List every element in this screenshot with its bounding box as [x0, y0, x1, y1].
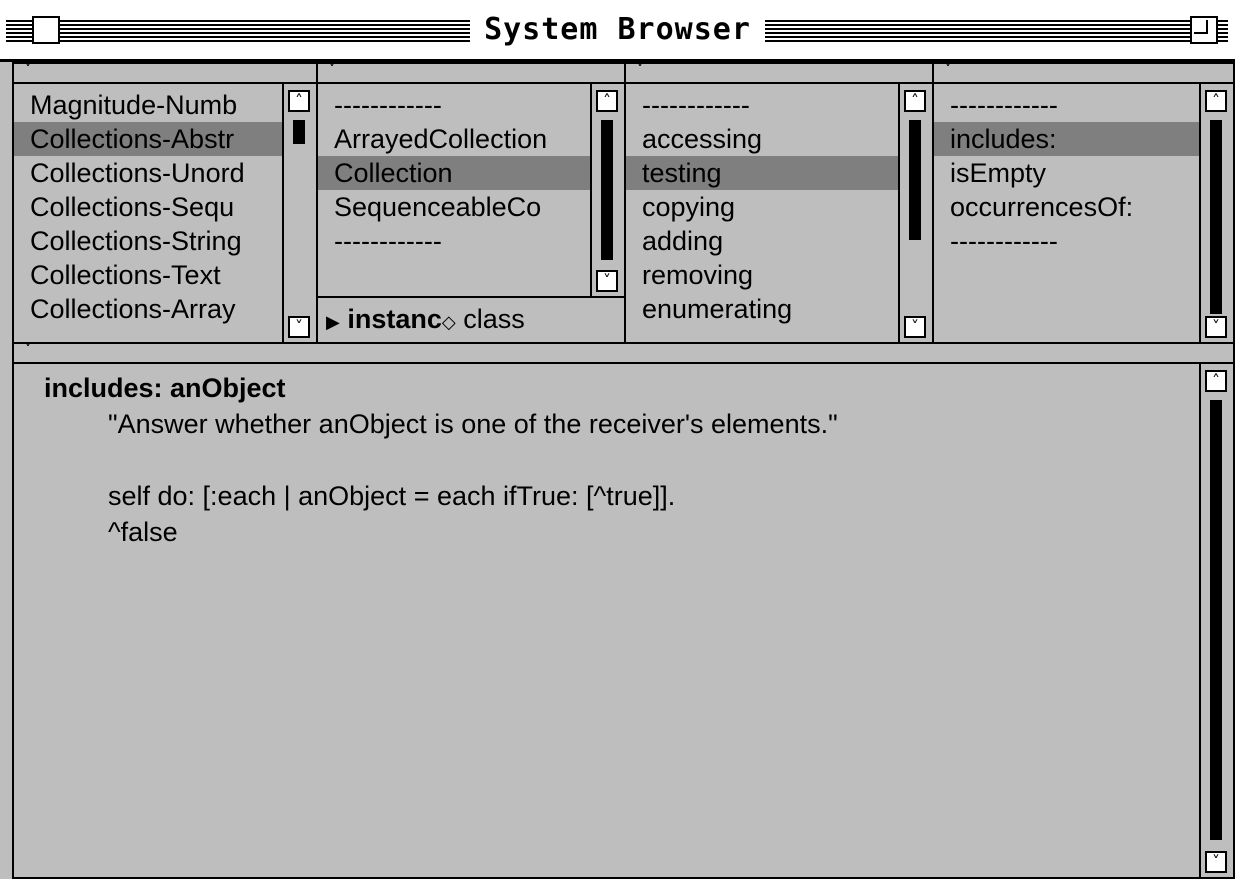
chevron-down-icon[interactable]: ˅ [944, 64, 952, 79]
protocol-scrollbar[interactable]: ˄ ˅ [898, 84, 932, 342]
zoom-box-icon[interactable] [1190, 16, 1218, 44]
scroll-down-icon[interactable]: ˅ [288, 316, 310, 338]
code-line[interactable]: self do: [:each | anObject = each ifTrue… [44, 478, 1159, 514]
category-pane-menu[interactable]: ˅ [14, 64, 316, 84]
scroll-down-icon[interactable]: ˅ [596, 270, 618, 292]
scroll-down-icon[interactable]: ˅ [1205, 851, 1227, 873]
protocol-item[interactable]: adding [626, 224, 898, 258]
protocol-pane: ˅ ------------ accessing testing copying… [624, 62, 934, 344]
category-item[interactable]: Collections-Array [14, 292, 282, 326]
blank-line[interactable] [44, 442, 1159, 478]
scroll-thumb[interactable] [1210, 120, 1222, 314]
category-item[interactable]: Collections-Unord [14, 156, 282, 190]
category-item[interactable]: Magnitude-Numb [14, 88, 282, 122]
category-item[interactable]: Collections-Text [14, 258, 282, 292]
method-item[interactable]: isEmpty [934, 156, 1199, 190]
class-item[interactable]: ArrayedCollection [318, 122, 590, 156]
class-scrollbar[interactable]: ˄ ˅ [590, 84, 624, 296]
instance-toggle[interactable]: instanc [347, 304, 442, 334]
category-item[interactable]: Collections-String [14, 224, 282, 258]
category-scrollbar[interactable]: ˄ ˅ [282, 84, 316, 342]
scroll-up-icon[interactable]: ˄ [288, 90, 310, 112]
scroll-thumb[interactable] [909, 120, 921, 240]
code-editor[interactable]: includes: anObject "Answer whether anObj… [14, 364, 1199, 877]
class-item[interactable]: ------------ [318, 88, 590, 122]
scroll-down-icon[interactable]: ˅ [1205, 316, 1227, 338]
protocol-item[interactable]: accessing [626, 122, 898, 156]
method-pane-menu[interactable]: ˅ [934, 64, 1233, 84]
system-browser-window: System Browser ˅ Magnitude-Numb Collecti… [0, 0, 1235, 879]
scroll-thumb[interactable] [601, 120, 613, 260]
protocol-item[interactable]: ------------ [626, 88, 898, 122]
scroll-thumb[interactable] [1210, 400, 1222, 840]
scroll-up-icon[interactable]: ˄ [1205, 370, 1227, 392]
class-pane-menu[interactable]: ˅ [318, 64, 624, 84]
category-list[interactable]: Magnitude-Numb Collections-Abstr Collect… [14, 84, 282, 342]
method-list[interactable]: ------------ includes: isEmpty occurrenc… [934, 84, 1199, 342]
scroll-up-icon[interactable]: ˄ [1205, 90, 1227, 112]
code-scrollbar[interactable]: ˄ ˅ [1199, 364, 1233, 877]
code-line[interactable]: ^false [44, 514, 1159, 550]
instance-selected-icon[interactable]: ▶ [326, 312, 340, 332]
title-bar[interactable]: System Browser [0, 0, 1235, 62]
chevron-down-icon[interactable]: ˅ [636, 64, 644, 79]
method-item-selected[interactable]: includes: [934, 122, 1199, 156]
method-comment[interactable]: "Answer whether anObject is one of the r… [44, 406, 1159, 442]
method-item[interactable]: ------------ [934, 224, 1199, 258]
category-item-selected[interactable]: Collections-Abstr [14, 122, 282, 156]
class-pane: ˅ ------------ ArrayedCollection Collect… [316, 62, 626, 298]
code-pane: ˅ includes: anObject "Answer whether anO… [12, 342, 1235, 879]
scroll-down-icon[interactable]: ˅ [904, 316, 926, 338]
chevron-down-icon[interactable]: ˅ [24, 64, 32, 79]
window-title: System Browser [470, 12, 765, 47]
protocol-pane-menu[interactable]: ˅ [626, 64, 932, 84]
protocol-item-selected[interactable]: testing [626, 156, 898, 190]
method-item[interactable]: occurrencesOf: [934, 190, 1199, 224]
protocol-item[interactable]: copying [626, 190, 898, 224]
scroll-up-icon[interactable]: ˄ [596, 90, 618, 112]
method-signature[interactable]: includes: anObject [44, 370, 1159, 406]
chevron-down-icon[interactable]: ˅ [328, 64, 336, 79]
code-pane-menu[interactable]: ˅ [14, 344, 1233, 364]
class-toggle[interactable]: class [463, 304, 525, 334]
class-item[interactable]: ------------ [318, 224, 590, 258]
class-radio-icon[interactable]: ◇ [442, 312, 456, 332]
category-item[interactable]: Collections-Sequ [14, 190, 282, 224]
method-pane: ˅ ------------ includes: isEmpty occurre… [932, 62, 1235, 344]
method-scrollbar[interactable]: ˄ ˅ [1199, 84, 1233, 342]
category-pane: ˅ Magnitude-Numb Collections-Abstr Colle… [12, 62, 318, 344]
class-item-selected[interactable]: Collection [318, 156, 590, 190]
scroll-thumb[interactable] [293, 120, 305, 144]
protocol-item[interactable]: enumerating [626, 292, 898, 326]
protocol-list[interactable]: ------------ accessing testing copying a… [626, 84, 898, 342]
method-item[interactable]: ------------ [934, 88, 1199, 122]
instance-class-toggle: ▶ instanc◇ class [316, 296, 626, 344]
class-list[interactable]: ------------ ArrayedCollection Collectio… [318, 84, 590, 296]
chevron-down-icon[interactable]: ˅ [24, 344, 32, 359]
protocol-item[interactable]: removing [626, 258, 898, 292]
class-item[interactable]: SequenceableCo [318, 190, 590, 224]
scroll-up-icon[interactable]: ˄ [904, 90, 926, 112]
